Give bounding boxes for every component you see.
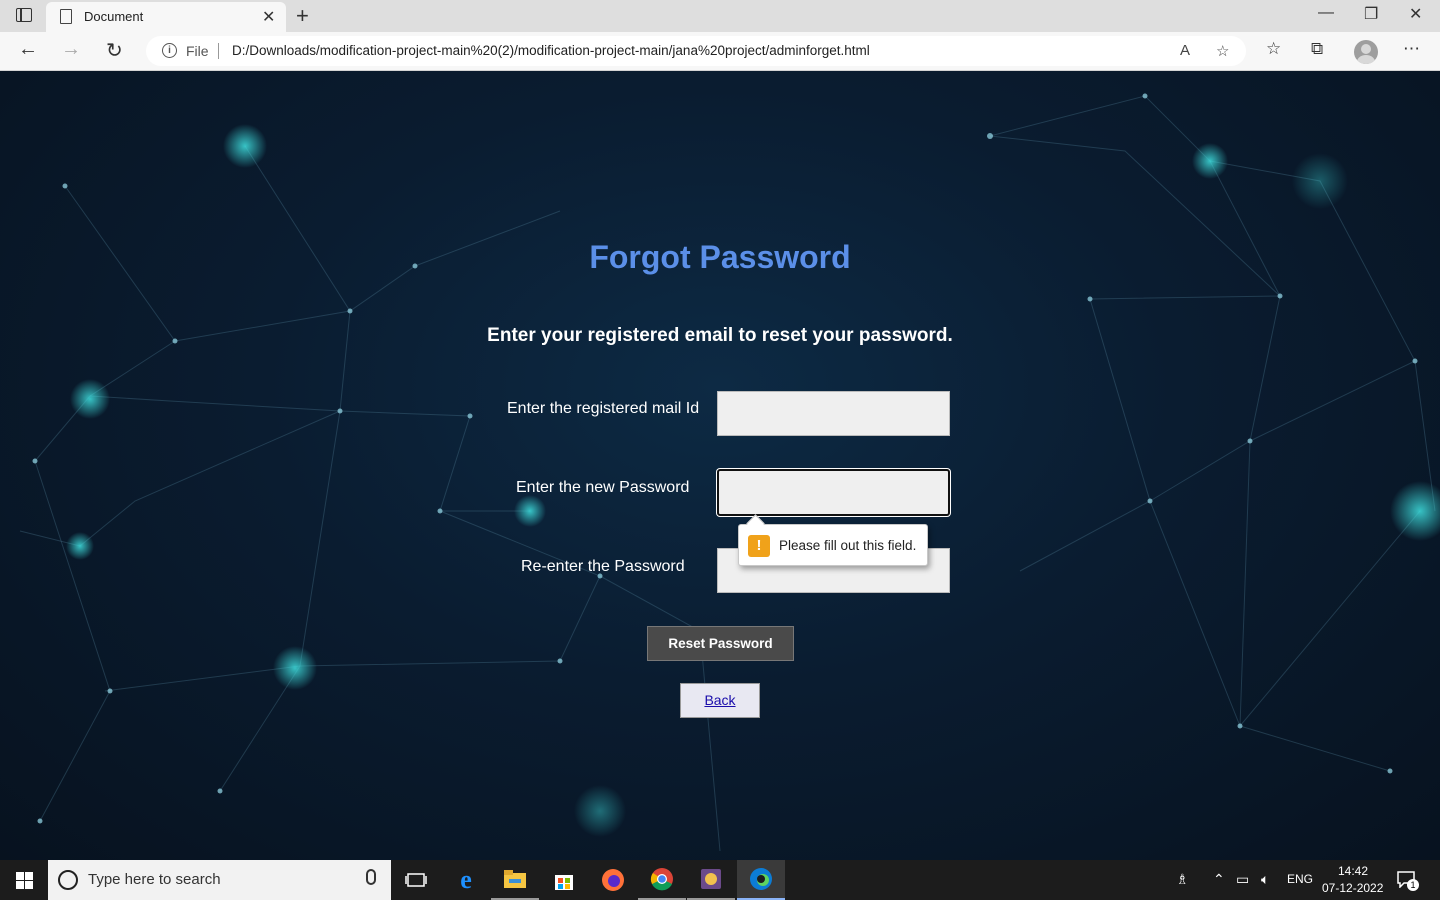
people-icon[interactable]: ♗ <box>1176 871 1189 888</box>
address-bar[interactable]: i File D:/Downloads/modification-project… <box>146 36 1246 66</box>
confirm-password-label: Re-enter the Password <box>521 558 685 575</box>
cortana-icon <box>58 870 78 890</box>
info-icon[interactable]: i <box>162 43 177 58</box>
email-field[interactable] <box>717 391 950 436</box>
volume-icon[interactable]: 🔈︎ <box>1261 871 1269 888</box>
store-icon[interactable] <box>540 860 588 900</box>
forward-arrow-icon[interactable]: → <box>61 38 81 61</box>
microphone-icon[interactable] <box>366 869 376 885</box>
edge-legacy-icon[interactable]: e <box>442 860 490 900</box>
task-view-icon[interactable] <box>392 860 440 900</box>
edge-icon[interactable] <box>737 860 785 900</box>
collections-icon[interactable]: ⧉ <box>1311 39 1323 59</box>
favorites-icon[interactable]: ☆ <box>1266 39 1281 59</box>
address-prefix: File <box>186 43 209 59</box>
email-label: Enter the registered mail Id <box>507 400 700 417</box>
address-separator <box>218 43 219 59</box>
app-icon[interactable] <box>687 860 735 900</box>
notification-badge: 1 <box>1407 879 1419 891</box>
firefox-icon[interactable] <box>589 860 637 900</box>
network-background <box>19 93 1440 852</box>
clock-time[interactable]: 14:42 <box>1338 864 1368 878</box>
taskbar: Type here to search e ♗ ⌃ ▭ 🔈︎ ENG 14:42… <box>0 860 1440 900</box>
add-favorite-icon[interactable]: ☆ <box>1216 42 1229 60</box>
show-hidden-icons[interactable]: ⌃ <box>1213 871 1225 888</box>
new-password-label: Enter the new Password <box>516 479 690 496</box>
windows-start-icon[interactable] <box>16 872 33 889</box>
more-options-icon[interactable]: ⋯ <box>1403 39 1420 59</box>
browser-tab-bar: Document ✕ + — ❐ ✕ <box>0 0 1440 32</box>
close-tab-icon[interactable]: ✕ <box>262 7 275 27</box>
read-aloud-icon[interactable]: A <box>1180 42 1190 59</box>
new-tab-icon[interactable]: + <box>296 3 309 29</box>
minimize-icon[interactable]: — <box>1318 4 1334 22</box>
page-icon <box>60 9 72 24</box>
back-arrow-icon[interactable]: ← <box>18 38 38 61</box>
language-indicator[interactable]: ENG <box>1287 872 1313 886</box>
restore-icon[interactable]: ❐ <box>1364 4 1378 24</box>
tab-title: Document <box>84 9 144 24</box>
warning-icon: ! <box>748 535 770 557</box>
notification-center-icon[interactable]: 1 <box>1396 870 1419 891</box>
network-icon[interactable]: ▭ <box>1236 871 1249 888</box>
file-explorer-icon[interactable] <box>491 860 539 900</box>
page-title: Forgot Password <box>589 239 851 275</box>
refresh-icon[interactable]: ↻ <box>106 38 123 63</box>
reset-password-button[interactable]: Reset Password <box>647 626 794 661</box>
page-content: Forgot Password Enter your registered em… <box>0 71 1440 860</box>
taskbar-search[interactable]: Type here to search <box>48 860 391 900</box>
browser-tab[interactable]: Document ✕ <box>46 2 286 32</box>
validation-tooltip: ! Please fill out this field. <box>738 524 928 566</box>
url-text[interactable]: D:/Downloads/modification-project-main%2… <box>232 43 870 58</box>
close-window-icon[interactable]: ✕ <box>1409 4 1422 24</box>
validation-message: Please fill out this field. <box>779 538 917 553</box>
browser-toolbar: ← → ↻ i File D:/Downloads/modification-p… <box>0 32 1440 71</box>
tab-actions-icon[interactable] <box>16 8 32 22</box>
clock-date[interactable]: 07-12-2022 <box>1322 881 1383 895</box>
chrome-icon[interactable] <box>638 860 686 900</box>
profile-avatar[interactable] <box>1354 40 1378 64</box>
back-link[interactable]: Back <box>680 683 760 718</box>
page-subtitle: Enter your registered email to reset you… <box>487 325 953 346</box>
search-placeholder: Type here to search <box>88 871 221 888</box>
new-password-field[interactable] <box>717 469 950 516</box>
